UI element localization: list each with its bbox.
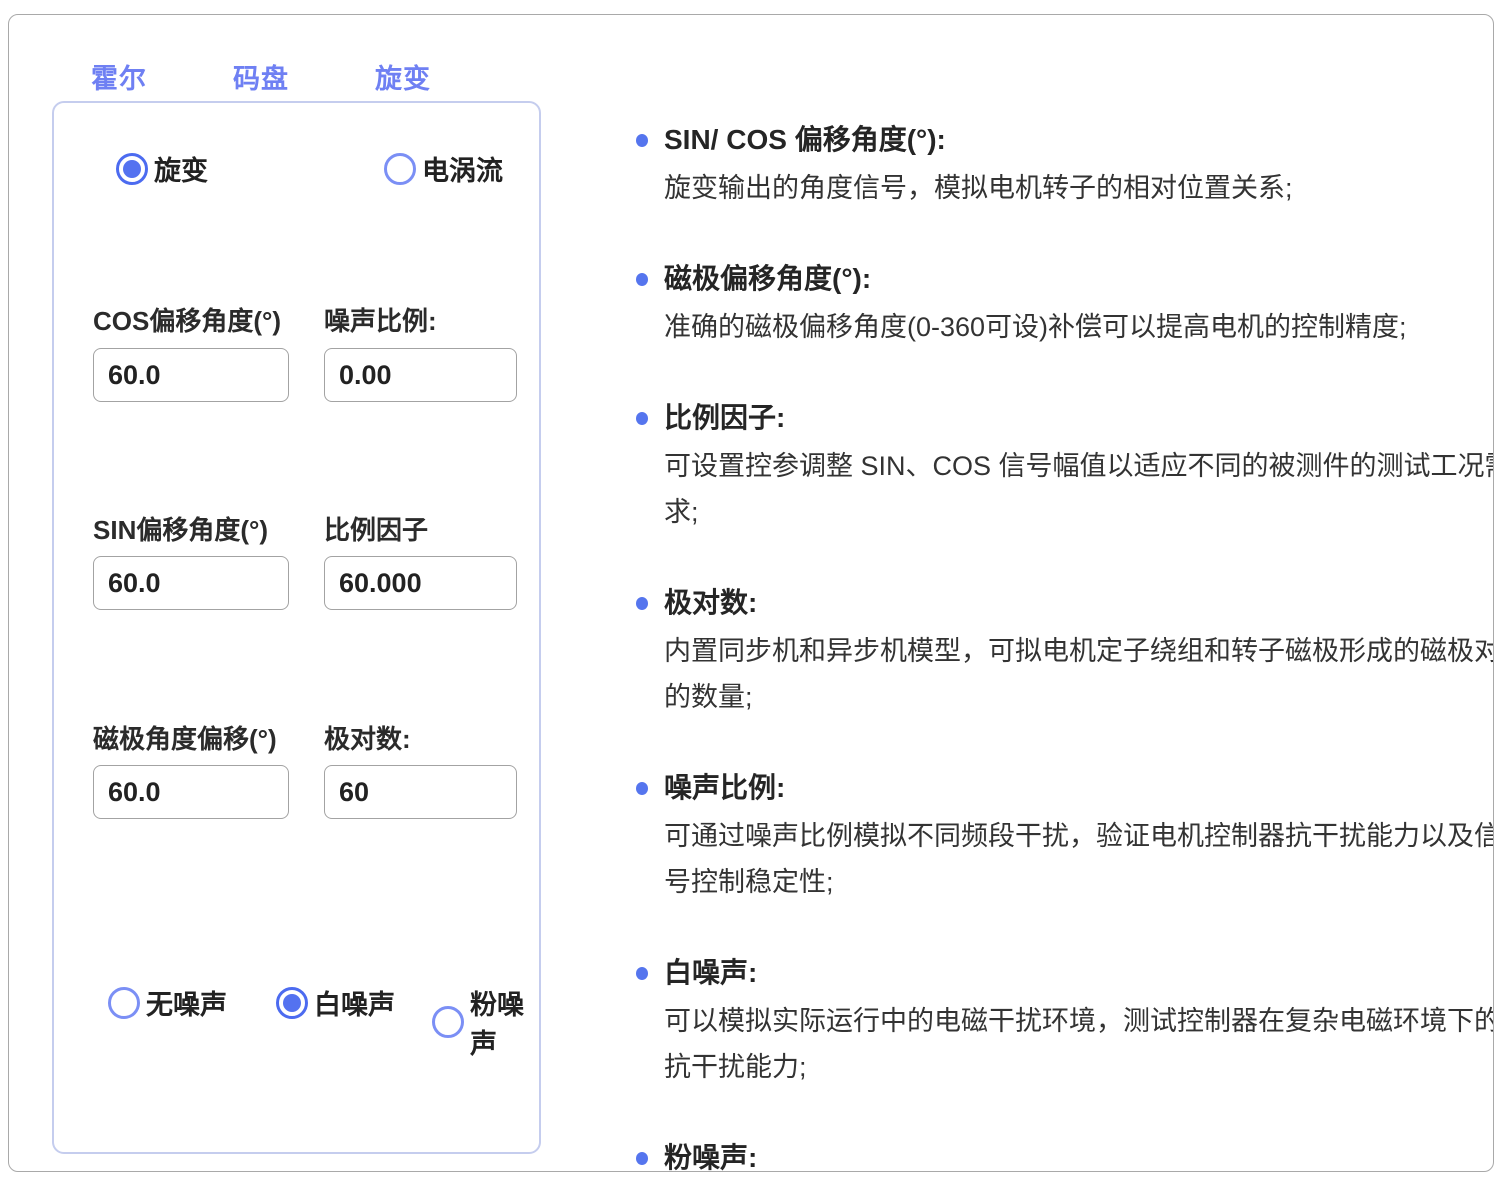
bullet-icon	[636, 412, 648, 425]
radio-pink-noise-label: 粉噪声	[470, 983, 539, 1061]
info-body: 可设置控参调整 SIN、COS 信号幅值以适应不同的被测件的测试工况需求;	[664, 443, 1494, 535]
info-body: 可以模拟实际运行中的电磁干扰环境，测试控制器在复杂电磁环境下的抗干扰能力;	[664, 998, 1494, 1090]
info-body: 准确的磁极偏移角度(0-360可设)补偿可以提高电机的控制精度;	[664, 304, 1494, 350]
info-body: 可通过噪声比例模拟不同频段干扰，验证电机控制器抗干扰能力以及信号控制稳定性;	[664, 813, 1494, 905]
info-item-pole-offset: 磁极偏移角度(°): 准确的磁极偏移角度(0-360可设)补偿可以提高电机的控制…	[664, 258, 1494, 350]
noise-ratio-input[interactable]	[324, 348, 517, 402]
info-title: 噪声比例:	[664, 767, 1494, 809]
pole-pairs-input[interactable]	[324, 765, 517, 819]
radio-selected-icon	[276, 987, 308, 1019]
info-title: 粉噪声:	[664, 1137, 1494, 1172]
radio-resolver[interactable]: 旋变	[116, 149, 208, 188]
radio-resolver-label: 旋变	[154, 149, 208, 188]
info-body: 旋变输出的角度信号，模拟电机转子的相对位置关系;	[664, 165, 1494, 211]
radio-eddy-current[interactable]: 电涡流	[384, 149, 503, 188]
bullet-icon	[636, 597, 648, 610]
radio-white-noise[interactable]: 白噪声	[276, 983, 395, 1022]
bullet-icon	[636, 782, 648, 795]
info-body: 内置同步机和异步机模型，可拟电机定子绕组和转子磁极形成的磁极对的数量;	[664, 628, 1494, 720]
pole-angle-offset-label: 磁极角度偏移(°)	[93, 719, 289, 756]
sin-offset-input[interactable]	[93, 556, 289, 610]
radio-unselected-icon	[432, 1006, 464, 1038]
pole-angle-offset-input[interactable]	[93, 765, 289, 819]
radio-pink-noise[interactable]: 粉噪声	[432, 983, 539, 1061]
radio-no-noise-label: 无噪声	[146, 983, 227, 1022]
scale-factor-label: 比例因子	[324, 510, 517, 547]
bullet-icon	[636, 134, 648, 147]
radio-eddy-current-label: 电涡流	[422, 149, 503, 188]
sin-offset-label: SIN偏移角度(°)	[93, 510, 289, 547]
bullet-icon	[636, 273, 648, 286]
radio-white-noise-label: 白噪声	[314, 983, 395, 1022]
radio-unselected-icon	[384, 153, 416, 185]
info-title: 极对数:	[664, 582, 1494, 624]
parameter-descriptions: SIN/ COS 偏移角度(°): 旋变输出的角度信号，模拟电机转子的相对位置关…	[664, 119, 1494, 1172]
radio-unselected-icon	[108, 987, 140, 1019]
info-item-sin-cos-offset: SIN/ COS 偏移角度(°): 旋变输出的角度信号，模拟电机转子的相对位置关…	[664, 119, 1494, 211]
cos-offset-label: COS偏移角度(°)	[93, 301, 289, 338]
info-title: 磁极偏移角度(°):	[664, 258, 1494, 300]
info-item-white-noise: 白噪声: 可以模拟实际运行中的电磁干扰环境，测试控制器在复杂电磁环境下的抗干扰能…	[664, 952, 1494, 1090]
noise-ratio-label: 噪声比例:	[324, 301, 517, 338]
info-item-pole-pairs: 极对数: 内置同步机和异步机模型，可拟电机定子绕组和转子磁极形成的磁极对的数量;	[664, 582, 1494, 720]
pole-pairs-label: 极对数:	[324, 719, 517, 756]
info-item-scale-factor: 比例因子: 可设置控参调整 SIN、COS 信号幅值以适应不同的被测件的测试工况…	[664, 397, 1494, 535]
resolver-settings-panel: 旋变 电涡流 COS偏移角度(°) 噪声比例: SIN偏移角度(°) 比例因子 …	[52, 101, 541, 1154]
info-title: 比例因子:	[664, 397, 1494, 439]
scale-factor-input[interactable]	[324, 556, 517, 610]
radio-no-noise[interactable]: 无噪声	[108, 983, 227, 1022]
info-item-noise-ratio: 噪声比例: 可通过噪声比例模拟不同频段干扰，验证电机控制器抗干扰能力以及信号控制…	[664, 767, 1494, 905]
info-item-pink-noise: 粉噪声: 可以更真实地模拟电机在实际工作环境中所面临的负载变化和噪声干扰。	[664, 1137, 1494, 1172]
bullet-icon	[636, 1152, 648, 1165]
bullet-icon	[636, 967, 648, 980]
settings-card: 霍尔 码盘 旋变 旋变 电涡流 COS偏移角度(°) 噪声比例: SIN偏移角度…	[8, 14, 1494, 1172]
radio-selected-icon	[116, 153, 148, 185]
info-title: SIN/ COS 偏移角度(°):	[664, 119, 1494, 161]
cos-offset-input[interactable]	[93, 348, 289, 402]
info-title: 白噪声:	[664, 952, 1494, 994]
